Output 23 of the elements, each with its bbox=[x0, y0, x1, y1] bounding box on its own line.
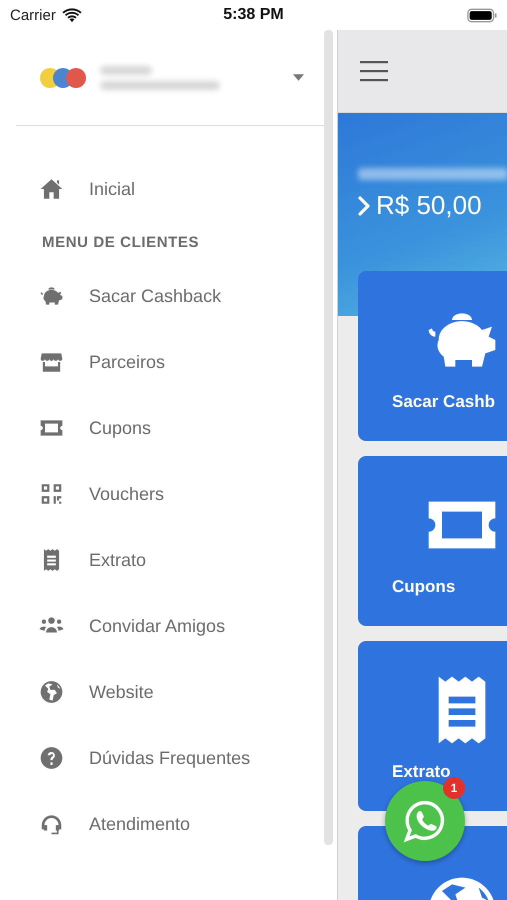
menu-item[interactable]: Atendimento bbox=[0, 791, 324, 857]
menu-item[interactable]: Convidar Amigos bbox=[0, 593, 324, 659]
menu-item[interactable]: Parceiros bbox=[0, 329, 324, 395]
chevron-right-icon bbox=[358, 196, 370, 216]
menu-item[interactable]: Sacar Cashback bbox=[0, 263, 324, 329]
battery-icon bbox=[467, 8, 497, 22]
logo-icon bbox=[38, 66, 88, 90]
caret-icon[interactable] bbox=[293, 74, 304, 81]
scrollbar[interactable] bbox=[324, 30, 333, 845]
status-time: 5:38 PM bbox=[223, 6, 284, 24]
balance-amount: R$ 50,00 bbox=[376, 190, 482, 221]
shortcut-card[interactable]: Cupons bbox=[358, 456, 507, 626]
menu-item[interactable]: Cupons bbox=[0, 395, 324, 461]
menu-item[interactable]: Dúvidas Frequentes bbox=[0, 725, 324, 791]
menu-icon[interactable] bbox=[360, 60, 388, 82]
menu-item[interactable]: Vouchers bbox=[0, 461, 324, 527]
section-title: MENU DE CLIENTES bbox=[41, 233, 200, 253]
menu-item[interactable]: Website bbox=[0, 659, 324, 725]
menu-item[interactable]: Inicial bbox=[0, 156, 324, 222]
carrier-name: Carrier bbox=[10, 6, 56, 24]
wifi-icon bbox=[62, 8, 82, 22]
shortcut-card[interactable]: Sacar Cashb bbox=[358, 271, 507, 441]
menu-item[interactable]: Extrato bbox=[0, 527, 324, 593]
